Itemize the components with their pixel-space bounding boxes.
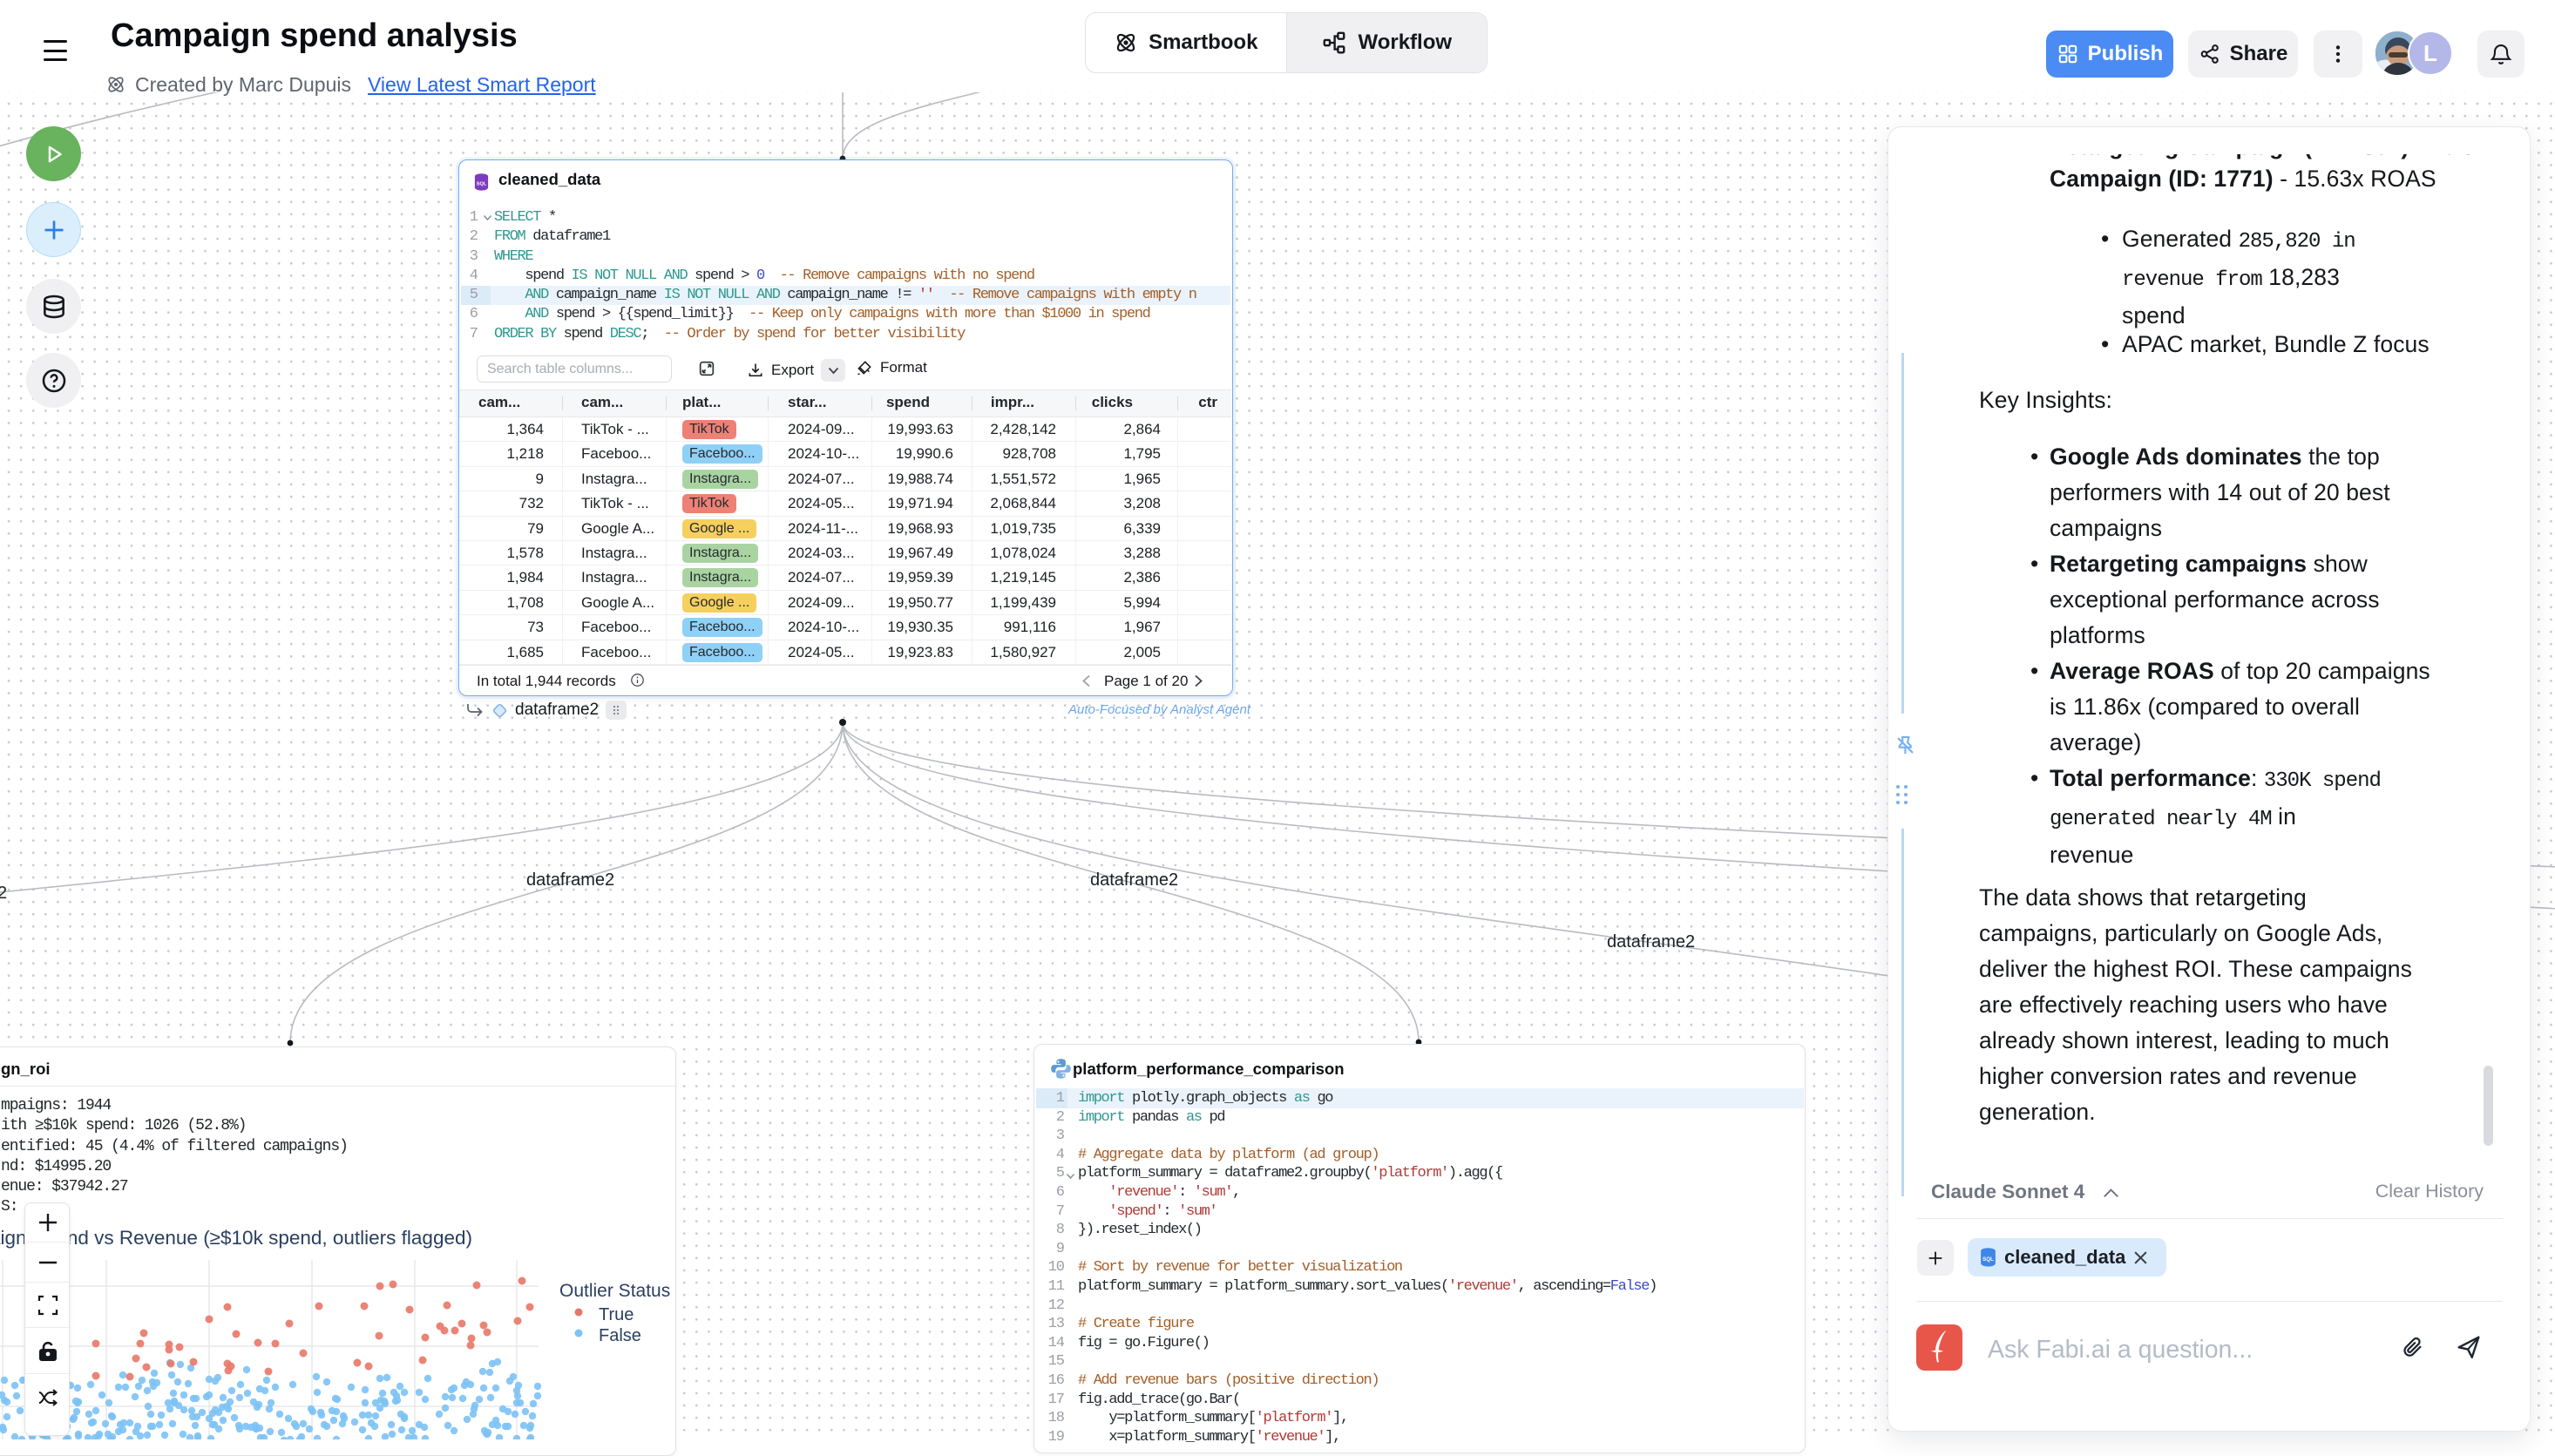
svg-text:SQL: SQL [477,182,487,187]
svg-text:SQL: SQL [1982,1256,1994,1263]
